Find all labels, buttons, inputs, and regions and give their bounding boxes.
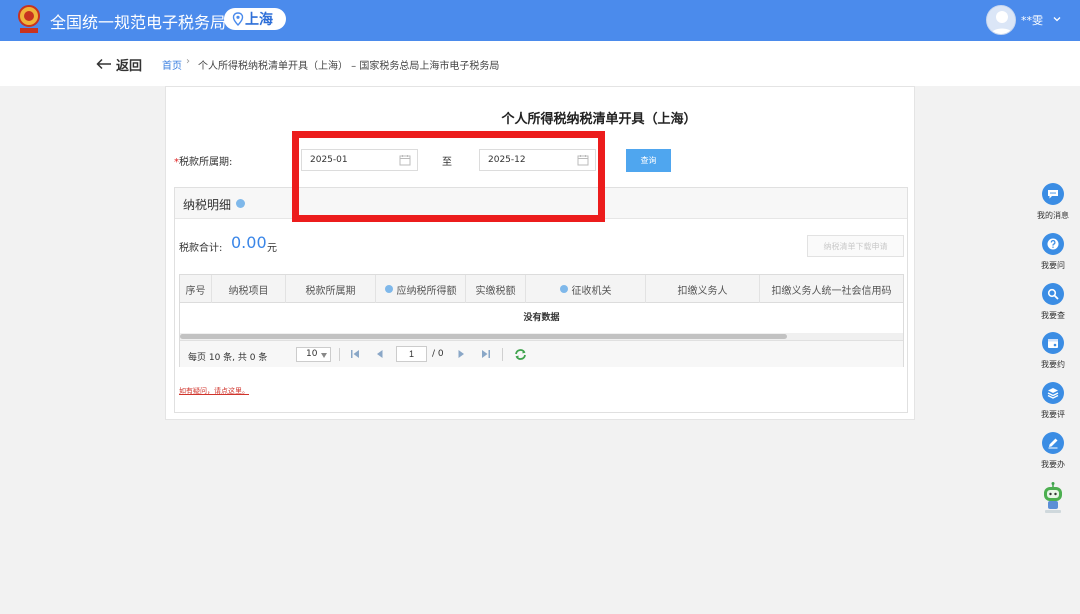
help-link[interactable]: 如有疑问，请点这里。: [179, 386, 249, 396]
next-page-icon[interactable]: [456, 349, 466, 359]
column-header[interactable]: 扣缴义务人统一社会信用码: [760, 275, 903, 303]
tax-detail-header: 纳税明细: [175, 188, 907, 219]
info-icon: [384, 285, 393, 293]
breadcrumb-separator: ›: [186, 56, 190, 67]
column-header[interactable]: 应纳税所得额: [376, 275, 466, 303]
total-unit: 元: [267, 243, 277, 254]
query-button[interactable]: 查询: [626, 149, 671, 172]
prev-page-icon[interactable]: [375, 349, 385, 359]
question-icon: [1042, 233, 1064, 255]
sidebar-item-label: 我要评: [1041, 410, 1065, 419]
column-header[interactable]: 扣缴义务人: [646, 275, 760, 303]
table-header: 序号 纳税项目 税款所属期 应纳税所得额 实缴税额 征收机关 扣缴义务人 扣缴义…: [180, 275, 903, 303]
to-label: 至: [442, 157, 452, 168]
divider: [339, 348, 340, 361]
back-label: 返回: [116, 58, 143, 74]
period-end-value: 2025-12: [488, 155, 526, 165]
edit-icon: [1042, 432, 1064, 454]
sidebar-item-label: 我要查: [1041, 311, 1065, 320]
tax-emblem-icon: [18, 5, 40, 33]
column-header-label: 征收机关: [571, 285, 612, 297]
first-page-icon[interactable]: [350, 349, 360, 359]
tax-detail-section: 纳税明细 税款合计: 0.00 元 纳税清单下载申请 序号 纳税项目 税款所属期…: [174, 187, 908, 413]
page-title: 个人所得税纳税清单开具（上海）: [501, 112, 697, 127]
column-header[interactable]: 征收机关: [526, 275, 646, 303]
empty-state: 没有数据: [523, 313, 560, 323]
assistant-robot-icon[interactable]: [1040, 482, 1066, 514]
page-size-value: 10: [306, 349, 318, 359]
region-selector[interactable]: 上海: [224, 8, 286, 30]
column-header-label: 应纳税所得额: [396, 285, 457, 297]
pagination-bar: 每页 10 条, 共 0 条 10 / 0: [180, 340, 903, 367]
location-pin-icon: [232, 12, 244, 26]
main-panel: 个人所得税纳税清单开具（上海） *税款所属期: 2025-01 至 2025-1…: [165, 86, 915, 420]
user-avatar[interactable]: [986, 5, 1016, 35]
period-label: *税款所属期:: [174, 153, 232, 168]
search-icon: [1042, 283, 1064, 305]
download-request-button[interactable]: 纳税清单下载申请: [807, 235, 904, 257]
sidebar-item-rate[interactable]: 我要评: [1032, 382, 1074, 426]
sidebar-item-ask[interactable]: 我要问: [1032, 233, 1074, 277]
period-start-input[interactable]: 2025-01: [301, 149, 418, 171]
chat-icon: [1042, 183, 1064, 205]
sidebar-item-label: 我要约: [1041, 360, 1065, 369]
breadcrumb-bar: 返回 首页 › 个人所得税纳税清单开具（上海） – 国家税务总局上海市电子税务局: [0, 41, 1080, 86]
arrow-left-icon: [96, 58, 111, 70]
info-icon[interactable]: [236, 199, 245, 208]
sidebar-item-label: 我要问: [1041, 261, 1065, 270]
refresh-icon[interactable]: [514, 349, 527, 360]
calendar-icon: [1042, 332, 1064, 354]
horizontal-scrollbar[interactable]: [180, 333, 903, 340]
total-pages: / 0: [432, 349, 444, 359]
back-button[interactable]: 返回: [96, 55, 143, 74]
column-header[interactable]: 税款所属期: [286, 275, 376, 303]
section-title: 纳税明细: [183, 198, 232, 212]
sidebar-item-messages[interactable]: 我的消息: [1032, 183, 1074, 227]
info-icon: [559, 285, 568, 293]
pagination-info: 每页 10 条, 共 0 条: [188, 353, 268, 363]
scrollbar-thumb[interactable]: [180, 334, 787, 339]
sidebar-item-search[interactable]: 我要查: [1032, 283, 1074, 327]
total-value: 0.00: [231, 233, 267, 252]
column-header[interactable]: 序号: [180, 275, 212, 303]
page-size-select[interactable]: 10: [296, 347, 331, 362]
period-label-text: 税款所属期:: [179, 157, 233, 168]
user-name[interactable]: **雯: [1021, 12, 1043, 28]
column-header[interactable]: 纳税项目: [212, 275, 286, 303]
breadcrumb-current: 个人所得税纳税清单开具（上海） – 国家税务总局上海市电子税务局: [198, 61, 500, 72]
sidebar-item-appointment[interactable]: 我要约: [1032, 332, 1074, 376]
region-label: 上海: [245, 12, 273, 28]
chevron-down-icon[interactable]: [1052, 14, 1062, 24]
period-start-value: 2025-01: [310, 155, 348, 165]
tax-detail-table: 序号 纳税项目 税款所属期 应纳税所得额 实缴税额 征收机关 扣缴义务人 扣缴义…: [179, 274, 904, 367]
period-end-input[interactable]: 2025-12: [479, 149, 596, 171]
calendar-icon[interactable]: [399, 154, 411, 166]
column-header[interactable]: 实缴税额: [466, 275, 526, 303]
total-label: 税款合计:: [179, 243, 223, 254]
rate-icon: [1042, 382, 1064, 404]
divider: [502, 348, 503, 361]
top-header: 全国统一规范电子税务局 上海 **雯: [0, 0, 1080, 41]
page-number-input[interactable]: [396, 346, 427, 362]
last-page-icon[interactable]: [481, 349, 491, 359]
sidebar-item-label: 我的消息: [1037, 211, 1069, 220]
caret-down-icon: [321, 353, 327, 358]
sidebar-item-label: 我要办: [1041, 460, 1065, 469]
app-title: 全国统一规范电子税务局: [50, 13, 227, 32]
calendar-icon[interactable]: [577, 154, 589, 166]
user-icon: [990, 11, 1014, 34]
breadcrumb-home-link[interactable]: 首页: [162, 57, 182, 72]
sidebar-item-handle[interactable]: 我要办: [1032, 432, 1074, 476]
